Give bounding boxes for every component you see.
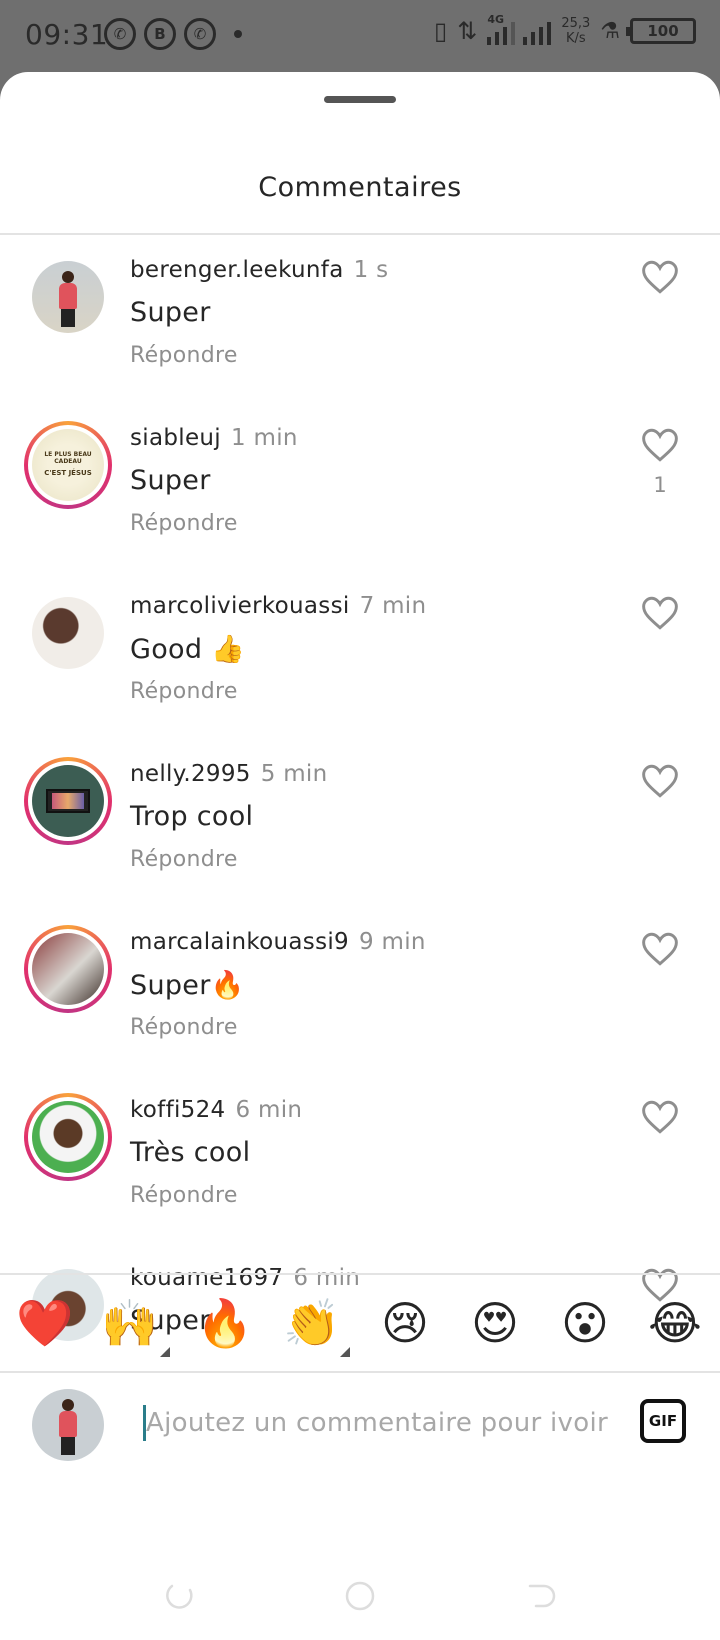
emoji-surprised[interactable]: 😮 xyxy=(555,1295,615,1351)
whatsapp-icon: ✆ xyxy=(184,18,216,50)
reply-button[interactable]: Répondre xyxy=(130,1183,238,1208)
signal-icon: 4G xyxy=(487,13,552,45)
vibrate-icon: ▯ xyxy=(433,17,448,45)
avatar[interactable] xyxy=(24,589,112,677)
comment-header: nelly.2995 5 min xyxy=(130,761,328,787)
comments-list[interactable]: berenger.leekunfa 1 s Super Répondre LE P… xyxy=(0,235,720,1345)
comment-item: koffi524 6 min Très cool Répondre xyxy=(0,1075,720,1243)
like-count[interactable]: 1 xyxy=(640,473,680,497)
drag-handle[interactable] xyxy=(324,96,396,103)
comment-time: 1 s xyxy=(353,257,389,283)
heart-icon[interactable] xyxy=(640,427,680,463)
comment-time: 7 min xyxy=(359,593,427,619)
reply-button[interactable]: Répondre xyxy=(130,343,238,368)
heart-icon[interactable] xyxy=(640,931,680,967)
emoji-heart[interactable]: ❤️ xyxy=(15,1295,75,1351)
skin-tone-indicator xyxy=(340,1347,350,1357)
avatar[interactable] xyxy=(24,925,112,1013)
system-nav-bar xyxy=(0,1560,720,1640)
emoji-heart-eyes[interactable]: 😍 xyxy=(465,1295,525,1351)
whatsapp-business-icon: B xyxy=(144,18,176,50)
comment-header: siableuj 1 min xyxy=(130,425,298,451)
comment-time: 6 min xyxy=(235,1097,303,1123)
home-icon[interactable] xyxy=(344,1580,376,1612)
avatar[interactable]: LE PLUS BEAU CADEAU C'EST JÉSUS xyxy=(24,421,112,509)
status-time: 09:31 xyxy=(25,18,109,51)
comment-text: Trop cool xyxy=(130,801,254,832)
reply-button[interactable]: Répondre xyxy=(130,679,238,704)
heart-icon[interactable] xyxy=(640,1099,680,1135)
comment-header: koffi524 6 min xyxy=(130,1097,302,1123)
avatar[interactable] xyxy=(24,757,112,845)
emoji-bar: ❤️ 🙌 🔥 👏 😢 😍 😮 😂 xyxy=(0,1275,720,1371)
avatar-image xyxy=(32,261,104,333)
avatar-caption: LE PLUS BEAU CADEAU xyxy=(44,451,92,465)
battery-level: 100 xyxy=(647,22,679,40)
comments-sheet: Commentaires berenger.leekunfa 1 s Super … xyxy=(0,72,720,1640)
data-transfer-icon: ⇅ xyxy=(457,17,478,45)
emoji-fire[interactable]: 🔥 xyxy=(195,1295,255,1351)
comment-item: berenger.leekunfa 1 s Super Répondre xyxy=(0,235,720,403)
reply-button[interactable]: Répondre xyxy=(130,511,238,536)
heart-icon[interactable] xyxy=(640,763,680,799)
comment-username[interactable]: koffi524 xyxy=(130,1097,225,1123)
battery-icon: 100 xyxy=(626,18,696,44)
gif-button[interactable]: GIF xyxy=(640,1399,686,1443)
comment-username[interactable]: siableuj xyxy=(130,425,221,451)
comment-item: marcalainkouassi9 9 min Super🔥 Répondre xyxy=(0,907,720,1075)
avatar[interactable] xyxy=(24,1093,112,1181)
emoji-raised-hands[interactable]: 🙌 xyxy=(100,1295,160,1351)
comment-text: Très cool xyxy=(130,1137,251,1168)
status-bar: 09:31 ✆ B ✆ ▯ ⇅ 4G 25,3 K/s ⚗ 100 xyxy=(0,0,720,72)
comment-username[interactable]: marcalainkouassi9 xyxy=(130,929,349,955)
comment-time: 9 min xyxy=(358,929,426,955)
avatar-image xyxy=(32,933,104,1005)
avatar-image xyxy=(32,765,104,837)
back-icon[interactable] xyxy=(524,1580,556,1612)
comment-username[interactable]: marcolivierkouassi xyxy=(130,593,350,619)
comment-input[interactable] xyxy=(146,1401,608,1445)
speed-unit: K/s xyxy=(565,31,586,46)
status-right: ▯ ⇅ 4G 25,3 K/s ⚗ 100 xyxy=(433,13,696,46)
reply-button[interactable]: Répondre xyxy=(130,1015,238,1040)
skin-tone-indicator xyxy=(160,1347,170,1357)
comment-item: nelly.2995 5 min Trop cool Répondre xyxy=(0,739,720,907)
reply-button[interactable]: Répondre xyxy=(130,847,238,872)
network-speed: 25,3 K/s xyxy=(561,16,590,46)
comment-header: berenger.leekunfa 1 s xyxy=(130,257,388,283)
comment-text: Good 👍 xyxy=(130,634,246,665)
comment-item: LE PLUS BEAU CADEAU C'EST JÉSUS siableuj… xyxy=(0,403,720,571)
whatsapp-icon: ✆ xyxy=(104,18,136,50)
avatar-caption: C'EST JÉSUS xyxy=(44,469,92,477)
comment-username[interactable]: nelly.2995 xyxy=(130,761,251,787)
comment-username[interactable]: berenger.leekunfa xyxy=(130,257,344,283)
comment-text: Super xyxy=(130,297,211,328)
avatar-image: LE PLUS BEAU CADEAU C'EST JÉSUS xyxy=(32,429,104,501)
comment-composer: GIF xyxy=(0,1373,720,1473)
comment-text: Super xyxy=(130,465,211,496)
comment-time: 5 min xyxy=(260,761,328,787)
avatar-image xyxy=(32,597,104,669)
emoji-clapping[interactable]: 👏 xyxy=(282,1295,342,1351)
comment-header: marcalainkouassi9 9 min xyxy=(130,929,426,955)
avatar-image xyxy=(32,1101,104,1173)
network-type: 4G xyxy=(487,13,504,26)
flask-icon: ⚗ xyxy=(600,18,620,44)
comment-item: marcolivierkouassi 7 min Good 👍 Répondre xyxy=(0,571,720,739)
comment-time: 1 min xyxy=(230,425,298,451)
more-notifications-icon xyxy=(234,30,242,38)
heart-icon[interactable] xyxy=(640,595,680,631)
notification-icons: ✆ B ✆ xyxy=(104,18,242,50)
comment-text: Super🔥 xyxy=(130,970,245,1001)
recent-apps-icon[interactable] xyxy=(164,1580,196,1612)
my-avatar xyxy=(32,1389,104,1461)
heart-icon[interactable] xyxy=(640,259,680,295)
comment-header: marcolivierkouassi 7 min xyxy=(130,593,426,619)
sheet-title: Commentaires xyxy=(258,172,462,203)
emoji-crying[interactable]: 😢 xyxy=(375,1295,435,1351)
avatar[interactable] xyxy=(24,253,112,341)
speed-value: 25,3 xyxy=(561,16,591,31)
emoji-laughing[interactable]: 😂 xyxy=(645,1295,705,1351)
